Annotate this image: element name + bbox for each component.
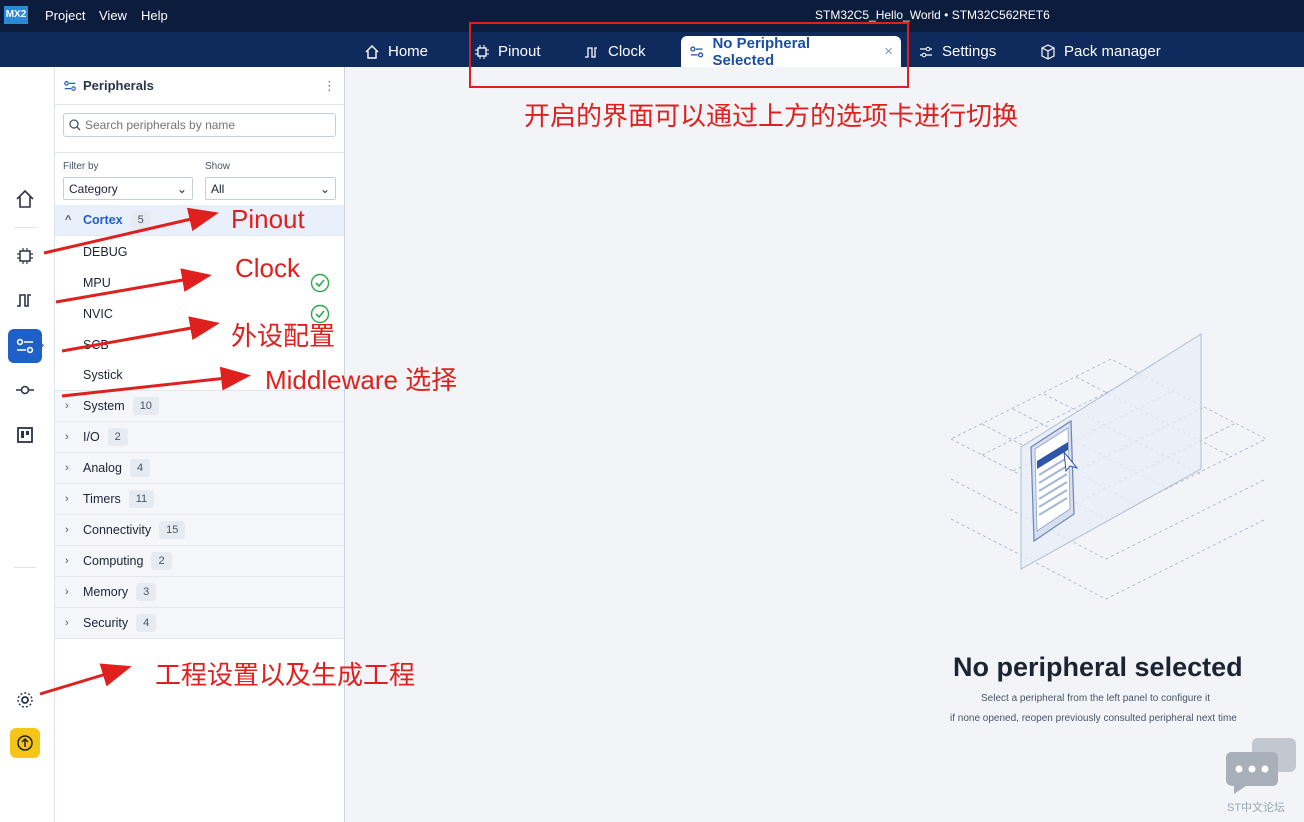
- annotation-arrows: [39, 207, 251, 696]
- arrow-middleware: [61, 366, 251, 398]
- watermark-label: ST中文论坛: [1227, 802, 1286, 814]
- arrow-pinout: [43, 207, 219, 255]
- arrow-clock: [55, 268, 212, 304]
- chat-bubble-icon: [1226, 738, 1296, 794]
- arrow-project: [39, 663, 132, 696]
- arrow-peripheral: [61, 316, 220, 353]
